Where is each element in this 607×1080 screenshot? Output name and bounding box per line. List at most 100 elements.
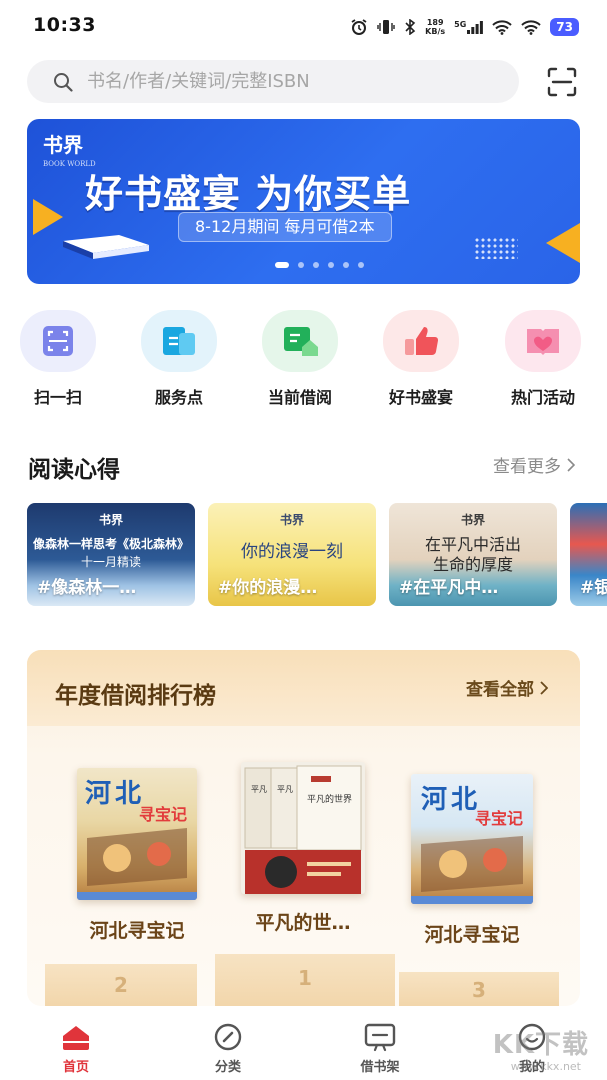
current-borrow-icon [262,310,338,372]
book-cover: 河 北 寻宝记 [77,768,197,900]
ranking-more-label: 查看全部 [466,680,534,700]
quick-nav-hot-events[interactable]: 热门活动 [488,310,598,408]
note-card[interactable]: 书界 你的浪漫一刻 #你的浪漫… [208,503,376,606]
status-icons: 189 KB/s 5G 73 [350,14,579,40]
pager-dot [298,262,304,268]
reading-notes-more[interactable]: 查看更多 [493,452,575,477]
alarm-icon [350,18,368,36]
note-card[interactable]: #银 [570,503,607,606]
quick-nav: 扫一扫 服务点 当前借阅 好书盛宴 热门活动 [0,310,607,410]
network-type: 5G [454,20,467,29]
note-card-line1: 你的浪漫一刻 [241,542,343,562]
quick-nav-label: 扫一扫 [33,388,82,407]
banner-title: 好书盛宴 为你买单 [85,172,412,216]
note-card-line2: 十一月精读 [80,555,141,569]
banner-subtitle: 8-12月期间 每月可借2本 [178,212,392,242]
scan-icon [20,310,96,372]
quick-nav-label: 热门活动 [510,388,575,407]
podium-rank-2: 2 [45,964,197,1006]
quick-nav-label: 当前借阅 [267,388,332,407]
net-speed-value: 189 [426,18,444,27]
bottom-nav-category[interactable]: 分类 [188,1022,268,1075]
pager-dot [358,262,364,268]
book-cover-title-char: 河 [85,779,111,809]
bottom-nav-label: 分类 [214,1060,241,1075]
note-card[interactable]: 书界 像森林一样思考《极北森林》 十一月精读 #像森林一… [27,503,195,606]
thumbs-up-icon [383,310,459,372]
note-card-logo: 书界 [460,513,485,527]
quick-nav-good-books[interactable]: 好书盛宴 [366,310,476,408]
podium-rank-3: 3 [399,972,559,1006]
compass-icon [214,1023,242,1051]
book-illustration-icon [63,235,149,259]
book-cover-title-char: 河 [421,785,447,815]
ranking-panel: 年度借阅排行榜 查看全部 河 北 寻宝记 河北寻宝记 平凡 平凡 平凡的世界 平… [27,650,580,1006]
battery-level: 73 [550,18,579,36]
reading-notes-list: 书界 像森林一样思考《极北森林》 十一月精读 #像森林一… 书界 你的浪漫一刻 … [27,503,607,606]
pager-dot-active [275,262,289,268]
quick-nav-label: 好书盛宴 [388,388,453,407]
quick-nav-service-point[interactable]: 服务点 [124,310,234,408]
status-time: 10:33 [33,14,96,36]
service-point-icon [141,310,217,372]
pager-dot [343,262,349,268]
ranking-title: 年度借阅排行榜 [55,683,216,709]
decor-triangle-left [33,199,63,235]
book-cover: 平凡 平凡 平凡的世界 [241,762,365,894]
bottom-nav-bookshelf[interactable]: 借书架 [340,1022,420,1075]
net-speed: 189 KB/s [425,18,445,36]
book-cover-title-char: 北 [451,785,477,815]
note-card-logo: 书界 [279,513,304,527]
wifi-icon [492,19,512,35]
book-cover-title: 平凡的世界 [307,793,352,805]
bottom-nav-home[interactable]: 首页 [36,1022,116,1075]
ranking-book[interactable]: 河 北 寻宝记 河北寻宝记 [72,768,202,943]
search-icon [54,72,73,92]
ranking-book[interactable]: 平凡 平凡 平凡的世界 平凡的世… [236,762,370,935]
ranking-book[interactable]: 河 北 寻宝记 河北寻宝记 [407,774,537,947]
pager-dot [313,262,319,268]
chevron-right-icon [540,680,548,695]
chevron-right-icon [567,457,575,472]
watermark-logo: KK下载 [492,1030,589,1060]
ranking-more[interactable]: 查看全部 [466,675,548,700]
podium-number: 3 [472,978,486,1002]
net-speed-unit: KB/s [425,27,446,36]
note-card-line2: 生命的厚度 [432,555,513,574]
bottom-nav-label: 首页 [62,1060,89,1075]
note-card[interactable]: 书界 在平凡中活出 生命的厚度 #在平凡中… [389,503,557,606]
promo-banner[interactable]: 书界 BOOK WORLD 好书盛宴 为你买单 8-12月期间 每月可借2本 [27,119,580,284]
book-cover-subtitle: 寻宝记 [139,805,187,824]
bottom-nav-label: 借书架 [360,1060,400,1075]
quick-nav-current-borrow[interactable]: 当前借阅 [245,310,355,408]
decor-dot-grid [474,237,518,259]
banner-pager [275,262,364,268]
note-card-tag: #在平凡中… [399,578,499,598]
note-card-line1: 像森林一样思考《极北森林》 [32,537,189,551]
ranking-book-title: 河北寻宝记 [89,920,185,942]
note-card-tag: #你的浪漫… [218,578,318,598]
reading-notes-title: 阅读心得 [28,457,120,483]
podium-rank-1: 1 [215,954,395,1006]
spine-text: 平凡 [277,785,293,794]
search-bar[interactable] [27,60,519,103]
search-input[interactable] [87,71,467,92]
spine-text: 平凡 [251,785,267,794]
watermark-url: www.kkx.net [510,1060,581,1073]
book-cover-subtitle: 寻宝记 [475,809,523,828]
cell-signal-icon: 5G [454,20,484,34]
reading-notes-more-label: 查看更多 [493,457,561,477]
book-cover-title-char: 北 [115,779,141,809]
note-card-tag: #银 [580,578,607,598]
ranking-book-title: 平凡的世… [255,912,351,934]
pager-dot [328,262,334,268]
bookshelf-icon [364,1023,396,1052]
podium-number: 2 [114,973,128,997]
scan-frame-icon[interactable] [546,66,578,98]
podium-number: 1 [298,966,312,990]
quick-nav-scan[interactable]: 扫一扫 [3,310,113,408]
bluetooth-icon [404,19,416,35]
ranking-book-title: 河北寻宝记 [424,924,520,946]
home-icon [63,1026,89,1050]
wifi-icon-2 [521,19,541,35]
